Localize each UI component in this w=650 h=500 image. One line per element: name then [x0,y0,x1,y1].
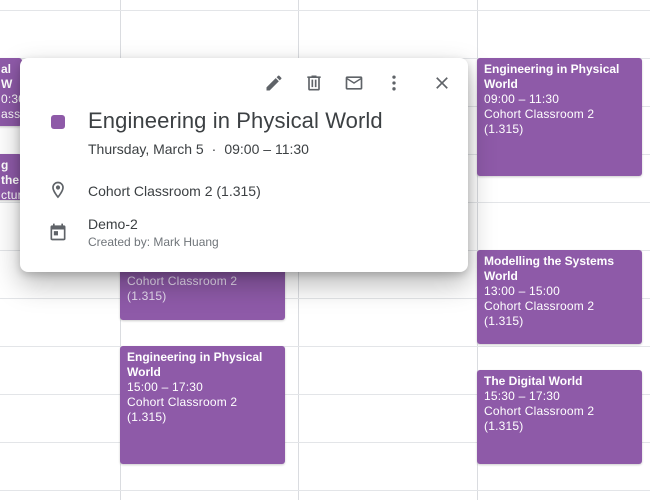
event-title: The Digital World [484,374,583,388]
calendar-color-swatch [51,115,65,129]
event-line: ctur [1,188,22,200]
more-options-icon[interactable] [382,71,406,95]
event-line: 0:30 [1,92,22,106]
event-title: Modelling the Systems World [484,254,615,283]
hour-line [0,346,650,347]
event-time: 09:00 – 11:30 [224,141,309,157]
calendar-event[interactable]: Modelling the Systems World 13:00 – 15:0… [477,250,642,344]
separator: · [211,141,217,157]
event-time: 15:00 – 17:30 [127,380,204,394]
event-line: g the [1,158,19,187]
event-date-time: Thursday, March 5 · 09:00 – 11:30 [88,141,309,157]
event-time: 13:00 – 15:00 [484,284,561,298]
event-title: Engineering in Physical World [484,62,620,91]
event-location: Cohort Classroom 2 (1.315) [127,274,238,303]
close-icon[interactable] [430,71,454,95]
hour-line [0,490,650,491]
calendar-event[interactable]: Engineering in Physical World 09:00 – 11… [477,58,642,176]
event-time: 15:30 – 17:30 [484,389,561,403]
location-icon [48,180,68,200]
calendar-name: Demo-2 [88,216,138,232]
event-location: Cohort Classroom 2 (1.315) [484,107,595,136]
delete-icon[interactable] [302,71,326,95]
created-by: Created by: Mark Huang [88,235,219,249]
event-location: Cohort Classroom 2 (1.315) [88,183,261,199]
event-title: Engineering in Physical World [127,350,263,379]
event-title: Engineering in Physical World [88,108,383,133]
hour-line [0,10,650,11]
calendar-event[interactable]: Engineering in Physical World 15:00 – 17… [120,346,285,464]
calendar-event[interactable]: The Digital World 15:30 – 17:30 Cohort C… [477,370,642,464]
calendar-event[interactable]: g the ctur [0,154,22,200]
edit-icon[interactable] [262,71,286,95]
calendar-icon [48,222,68,242]
event-location: Cohort Classroom 2 (1.315) [484,404,595,433]
event-location: Cohort Classroom 2 (1.315) [127,395,238,424]
event-line: ass [1,107,21,121]
email-icon[interactable] [342,71,366,95]
event-date: Thursday, March 5 [88,141,204,157]
event-line: al W [1,62,13,91]
event-detail-popover: Engineering in Physical World Thursday, … [20,58,468,272]
event-location: Cohort Classroom 2 (1.315) [484,299,595,328]
event-time: 09:00 – 11:30 [484,92,560,106]
calendar-event[interactable]: al W 0:30 ass [0,58,22,126]
